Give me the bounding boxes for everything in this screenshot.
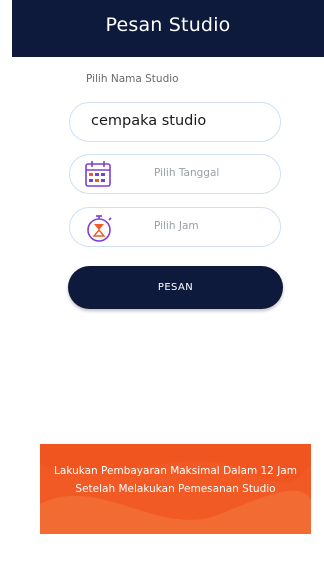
left-rail	[0, 0, 12, 561]
app-bar: Pesan Studio	[12, 0, 324, 57]
pesan-button[interactable]: PESAN	[68, 266, 283, 309]
date-picker-field[interactable]: Pilih Tanggal	[69, 154, 281, 194]
screen: Pesan Studio Pilih Nama Studio cempaka s…	[0, 0, 324, 561]
time-placeholder: Pilih Jam	[154, 220, 199, 232]
date-placeholder: Pilih Tanggal	[154, 167, 220, 179]
stopwatch-icon	[82, 211, 116, 245]
studio-name-label: Pilih Nama Studio	[86, 73, 179, 85]
payment-notice-banner: Lakukan Pembayaran Maksimal Dalam 12 Jam…	[40, 444, 311, 534]
time-picker-field[interactable]: Pilih Jam	[69, 207, 281, 247]
page-title: Pesan Studio	[105, 13, 231, 36]
studio-name-input[interactable]: cempaka studio	[69, 102, 281, 142]
calendar-icon	[82, 158, 116, 192]
studio-name-value: cempaka studio	[91, 113, 207, 129]
payment-notice-text: Lakukan Pembayaran Maksimal Dalam 12 Jam…	[54, 465, 297, 495]
